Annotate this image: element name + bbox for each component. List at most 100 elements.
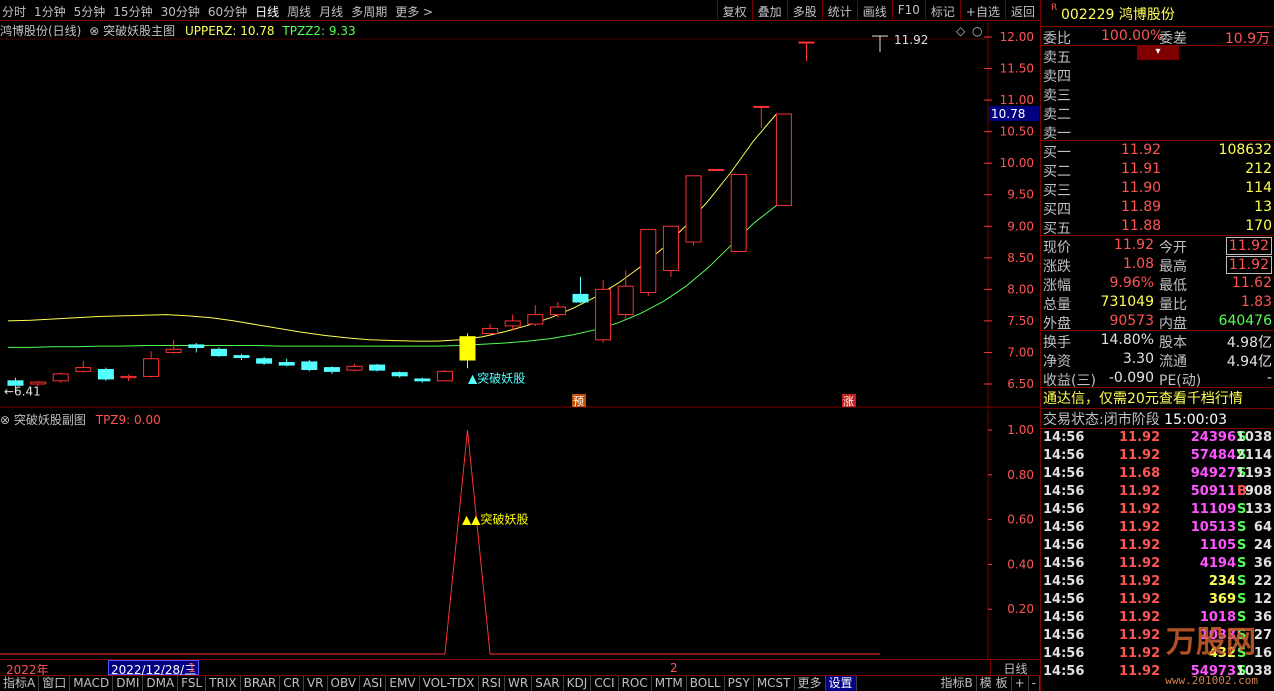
candle[interactable]	[775, 113, 792, 206]
candle[interactable]	[210, 347, 227, 357]
indicator-tab[interactable]: 设置	[825, 676, 857, 691]
indicator-tab[interactable]: MACD	[70, 676, 114, 691]
template-tab[interactable]: -	[1029, 676, 1040, 691]
tpz9-line	[0, 429, 880, 655]
candle[interactable]	[662, 225, 679, 277]
indicator-tab[interactable]: BRAR	[241, 676, 281, 691]
candle[interactable]	[165, 339, 182, 354]
trade-state: 交易状态:闭市阶段 15:00:03	[1041, 409, 1274, 429]
indicator-tab[interactable]: SAR	[532, 676, 564, 691]
candle[interactable]	[233, 353, 250, 361]
candle[interactable]	[640, 228, 657, 296]
candle[interactable]	[323, 366, 340, 374]
candle[interactable]	[346, 363, 363, 372]
period-tab[interactable]: 1分钟	[34, 3, 66, 20]
indicator-tab[interactable]: DMI	[113, 676, 144, 691]
candle[interactable]	[143, 351, 160, 378]
template-tab[interactable]: 指标B	[938, 676, 977, 691]
period-tab[interactable]: 多周期	[351, 3, 387, 20]
ad-banner[interactable]: 通达信，仅需20元查看千档行情	[1041, 388, 1274, 409]
candle[interactable]	[414, 377, 431, 383]
candle[interactable]	[527, 305, 544, 326]
indicator-tab[interactable]: VR	[304, 676, 328, 691]
indicator-tab[interactable]: 窗口	[39, 676, 71, 691]
toolbar-action-button[interactable]: 返回	[1004, 0, 1040, 21]
indicator-tab[interactable]: EMV	[386, 676, 420, 691]
indicator-tab[interactable]: 更多	[795, 676, 826, 691]
toolbar-action-button[interactable]: F10	[891, 0, 925, 21]
formula-icon[interactable]: ⊗	[89, 24, 99, 38]
candle-body	[369, 364, 386, 371]
indicator-tab[interactable]: MTM	[652, 676, 687, 691]
main-kline-chart[interactable]: 6.50 7.00 7.50 8.00 8.50 9.00 9.50 10.00 10.50 11…	[0, 22, 1040, 408]
template-tab[interactable]: +	[1012, 676, 1029, 691]
candle[interactable]	[391, 371, 408, 378]
formula-icon[interactable]: ⊗	[0, 413, 10, 427]
indicator-tab[interactable]: ROC	[619, 676, 652, 691]
candle[interactable]	[256, 356, 273, 366]
toolbar-action-button[interactable]: 多股	[786, 0, 822, 21]
candle[interactable]	[730, 174, 747, 253]
indicator-tab[interactable]: VOL-TDX	[420, 676, 479, 691]
period-tab[interactable]: 15分钟	[113, 3, 152, 20]
indicator-tab[interactable]: RSI	[479, 676, 506, 691]
candle[interactable]	[97, 367, 114, 381]
sub-formula-name[interactable]: 突破妖股副图	[14, 413, 86, 427]
period-tab[interactable]: 日线	[255, 3, 279, 20]
period-tab[interactable]: 60分钟	[208, 3, 247, 20]
indicator-tab[interactable]: KDJ	[564, 676, 592, 691]
sub-chart-canvas[interactable]: 0.20 0.40 0.60 0.80 1.00 ▲▲突破妖股	[0, 409, 1040, 659]
candle[interactable]	[278, 358, 295, 367]
diamond-icon[interactable]: ◇	[956, 24, 966, 38]
candle[interactable]	[436, 370, 453, 382]
chevron-down-icon[interactable]: ▾	[1137, 46, 1179, 60]
period-tab[interactable]: 分时	[2, 3, 26, 20]
indicator-tab[interactable]: 指标A	[0, 676, 40, 691]
candle[interactable]	[75, 360, 92, 373]
indicator-tab[interactable]: ASI	[360, 676, 387, 691]
candle[interactable]	[549, 301, 566, 318]
candle[interactable]	[369, 363, 386, 372]
candle[interactable]	[708, 168, 725, 171]
indicator-tab[interactable]: CCI	[591, 676, 619, 691]
period-tab[interactable]: 30分钟	[161, 3, 200, 20]
toolbar-action-button[interactable]: 画线	[856, 0, 892, 21]
candle[interactable]	[595, 279, 612, 343]
candle[interactable]	[572, 276, 589, 304]
toolbar-action-button[interactable]: 统计	[821, 0, 857, 21]
indicator-tab[interactable]: TRIX	[206, 676, 241, 691]
indicator-tab[interactable]: MCST	[754, 676, 795, 691]
formula-name[interactable]: 突破妖股主图	[103, 24, 175, 38]
indicator-tab[interactable]: OBV	[328, 676, 361, 691]
candle[interactable]	[753, 105, 770, 128]
toolbar-action-button[interactable]: 标记	[924, 0, 960, 21]
candle[interactable]	[617, 270, 634, 318]
toolbar-action-button[interactable]: 复权	[716, 0, 752, 21]
indicator-tab[interactable]: FSL	[178, 676, 207, 691]
candle[interactable]	[798, 41, 815, 61]
toolbar-action-button[interactable]: 叠加	[751, 0, 787, 21]
candle[interactable]	[482, 324, 499, 335]
main-chart-canvas[interactable]: 6.50 7.00 7.50 8.00 8.50 9.00 9.50 10.00 10.50 11…	[0, 22, 1040, 408]
indicator-tab[interactable]: WR	[505, 676, 533, 691]
circle-icon[interactable]: ○	[972, 24, 982, 38]
candle[interactable]	[188, 342, 205, 353]
candle[interactable]	[120, 374, 137, 381]
indicator-tab[interactable]: BOLL	[687, 676, 725, 691]
template-tab[interactable]: 模 板	[977, 676, 1012, 691]
toolbar-action-button[interactable]: +自选	[959, 0, 1005, 21]
tick-row: 14:56 11.92 11109 S 133	[1041, 501, 1274, 519]
candle[interactable]	[459, 333, 476, 369]
sub-indicator-chart[interactable]: 0.20 0.40 0.60 0.80 1.00 ▲▲突破妖股 ⊗ 突破妖股副图 TPZ9…	[0, 409, 1040, 659]
period-tab[interactable]: 月线	[319, 3, 343, 20]
indicator-tab[interactable]: PSY	[725, 676, 754, 691]
candle[interactable]	[301, 360, 318, 372]
indicator-tab[interactable]: DMA	[143, 676, 179, 691]
period-tab[interactable]: 更多 >	[395, 3, 433, 20]
period-tab[interactable]: 周线	[287, 3, 311, 20]
indicator-tab[interactable]: CR	[280, 676, 304, 691]
candle[interactable]	[685, 175, 702, 246]
candle[interactable]	[52, 372, 69, 383]
period-label[interactable]: 日线	[990, 660, 1040, 676]
period-tab[interactable]: 5分钟	[74, 3, 106, 20]
